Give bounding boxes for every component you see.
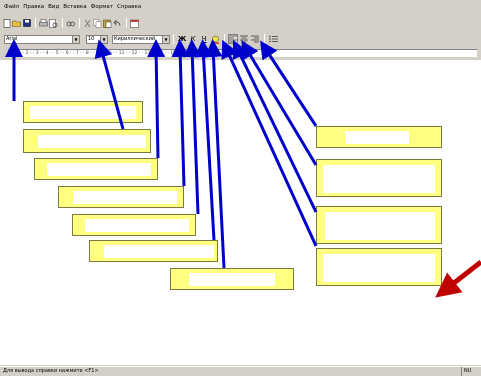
menu-edit[interactable]: Правка [21,4,46,10]
chevron-down-icon[interactable]: ▼ [72,35,79,43]
toolbar-separator [173,34,174,44]
toolbar-separator [35,18,36,28]
status-text: Для вывода справки нажмите <F1> [3,368,99,374]
toolbar-separator [224,34,225,44]
align-left-icon[interactable] [228,34,238,44]
standard-toolbar [0,16,481,30]
callout-italic [72,214,196,236]
toolbar-separator [126,18,127,28]
menu-help[interactable]: Справка [115,4,143,10]
callout-font-color [170,268,294,290]
print-icon[interactable] [39,19,48,28]
font-size-select[interactable]: 10 ▼ [86,34,108,44]
chevron-down-icon[interactable]: ▼ [162,35,169,43]
toolbar-separator [62,18,63,28]
callout-charset [34,158,158,180]
copy-icon[interactable] [93,18,102,28]
paste-icon[interactable] [103,19,112,28]
font-name-value: Arial [6,36,18,42]
bullets-icon[interactable] [268,34,278,44]
status-indicator: NU [461,367,481,376]
callout-align-center [316,206,442,244]
format-toolbar: Arial ▼ 10 ▼ Кириллический ▼ Ж К Ч [0,32,481,46]
menu-format[interactable]: Формат [89,4,115,10]
menu-bar: Файл Правка Вид Вставка Формат Справка [0,0,481,14]
toolbar-separator [264,34,265,44]
callout-font-size [23,129,151,153]
align-right-icon[interactable] [250,34,260,44]
font-name-select[interactable]: Arial ▼ [4,34,80,44]
callout-bold [58,186,184,208]
bold-button[interactable]: Ж [177,34,187,44]
charset-value: Кириллический [114,36,156,42]
font-color-icon[interactable] [210,34,220,44]
ruler: · · 1 · · 2 · · 3 · · 4 · · 5 · · 6 · · … [0,48,481,58]
align-center-icon[interactable] [239,34,249,44]
save-icon[interactable] [22,19,31,28]
status-bar: Для вывода справки нажмите <F1> NU [0,366,481,376]
callout-bullets [316,126,442,148]
find-icon[interactable] [66,19,75,28]
callout-font-name [23,101,143,123]
undo-icon[interactable] [113,19,122,28]
font-size-value: 10 [88,36,95,42]
print-preview-icon[interactable] [49,18,58,28]
callout-underline [89,240,218,262]
italic-button[interactable]: К [188,34,198,44]
insert-date-time-icon[interactable] [130,19,139,28]
callout-align-left [316,248,442,286]
ruler-scale: · · 1 · · 2 · · 3 · · 4 · · 5 · · 6 · · … [8,49,477,57]
menu-insert[interactable]: Вставка [61,4,88,10]
open-folder-icon[interactable] [12,19,21,28]
new-document-icon[interactable] [2,18,11,28]
underline-button[interactable]: Ч [199,34,209,44]
callout-align-right [316,159,442,197]
toolbar-separator [79,18,80,28]
menu-view[interactable]: Вид [46,4,61,10]
cut-icon[interactable] [83,19,92,28]
chevron-down-icon[interactable]: ▼ [100,35,107,43]
charset-select[interactable]: Кириллический ▼ [112,34,170,44]
menu-file[interactable]: Файл [2,4,21,10]
